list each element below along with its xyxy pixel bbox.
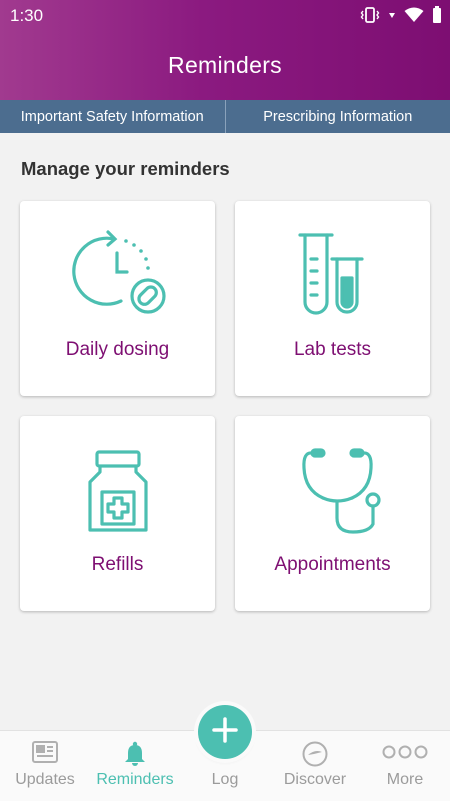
status-time: 1:30 — [10, 6, 43, 26]
refills-card[interactable]: Refills — [20, 416, 215, 611]
battery-icon — [432, 6, 442, 24]
app-header: 1:30 Reminders — [0, 0, 450, 100]
medicine-bottle-icon — [20, 438, 215, 538]
nav-discover-label: Discover — [270, 771, 360, 789]
lab-tests-label: Lab tests — [235, 339, 430, 361]
vibrate-icon — [360, 7, 380, 23]
daily-dosing-label: Daily dosing — [20, 339, 215, 361]
nav-reminders-label: Reminders — [90, 771, 180, 789]
nav-more-label: More — [360, 771, 450, 789]
test-tubes-icon — [235, 223, 430, 323]
important-safety-information-link[interactable]: Important Safety Information — [0, 100, 225, 133]
nav-more[interactable]: More — [360, 731, 450, 801]
daily-dosing-card[interactable]: Daily dosing — [20, 201, 215, 396]
stethoscope-icon — [235, 438, 430, 538]
lab-tests-card[interactable]: Lab tests — [235, 201, 430, 396]
nav-updates-label: Updates — [0, 771, 90, 789]
prescribing-information-link[interactable]: Prescribing Information — [226, 100, 450, 133]
nav-updates[interactable]: Updates — [0, 731, 90, 801]
appointments-label: Appointments — [235, 554, 430, 576]
page-title: Reminders — [0, 52, 450, 79]
nav-discover[interactable]: Discover — [270, 731, 360, 801]
signal-icon — [388, 7, 396, 23]
more-dots-icon — [360, 741, 450, 763]
nav-log-label: Log — [180, 771, 270, 789]
section-title: Manage your reminders — [21, 158, 230, 180]
clock-pill-icon — [20, 223, 215, 323]
appointments-card[interactable]: Appointments — [235, 416, 430, 611]
newspaper-icon — [0, 741, 90, 763]
status-bar: 1:30 — [0, 0, 450, 32]
info-bar: Important Safety Information Prescribing… — [0, 100, 450, 133]
bell-icon — [90, 741, 180, 767]
compass-icon — [270, 741, 360, 767]
refills-label: Refills — [20, 554, 215, 576]
log-add-button[interactable] — [198, 705, 252, 759]
wifi-icon — [404, 7, 424, 23]
plus-icon — [212, 717, 238, 748]
nav-reminders[interactable]: Reminders — [90, 731, 180, 801]
status-icons — [360, 6, 442, 24]
